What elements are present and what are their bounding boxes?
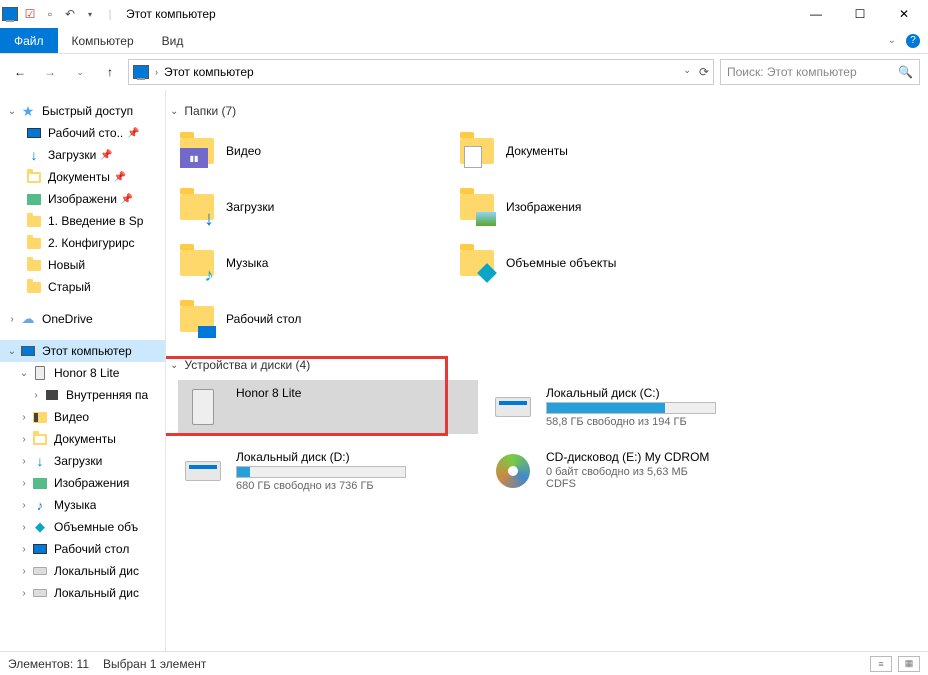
drive-honor[interactable]: Honor 8 Lite xyxy=(178,380,478,434)
tree-folder-3[interactable]: Новый xyxy=(0,254,165,276)
tree-localdisk-d[interactable]: ›Локальный дис xyxy=(0,582,165,604)
tab-computer[interactable]: Компьютер xyxy=(58,28,148,53)
folder-video[interactable]: ▮▮Видео xyxy=(178,126,448,176)
tree-onedrive[interactable]: ›☁OneDrive xyxy=(0,308,165,330)
content-pane[interactable]: ⌄Папки (7) ▮▮Видео Документы ↓Загрузки И… xyxy=(166,90,928,651)
maximize-button[interactable]: ☐ xyxy=(838,0,882,28)
tree-folder-1[interactable]: 1. Введение в Sp xyxy=(0,210,165,232)
chevron-down-icon: ⌄ xyxy=(170,106,178,117)
navbar: ← → ⌄ ↑ › Этот компьютер ⌄ ⟳ Поиск: Этот… xyxy=(0,54,928,90)
pin-icon: 📌 xyxy=(127,128,139,139)
tree-video[interactable]: ›Видео xyxy=(0,406,165,428)
drive-d[interactable]: Локальный диск (D:) 680 ГБ свободно из 7… xyxy=(178,444,478,498)
drive-cd[interactable]: CD-дисковод (E:) My CDROM 0 байт свободн… xyxy=(488,444,788,498)
tree-music[interactable]: ›♪Музыка xyxy=(0,494,165,516)
address-pc-icon xyxy=(133,65,149,79)
tree-desktop[interactable]: Рабочий сто..📌 xyxy=(0,122,165,144)
tree-pictures[interactable]: Изображени📌 xyxy=(0,188,165,210)
tree-documents[interactable]: Документы📌 xyxy=(0,166,165,188)
address-dropdown-icon[interactable]: ⌄ xyxy=(683,65,691,79)
status-bar: Элементов: 11 Выбран 1 элемент ≡ ▦ xyxy=(0,651,928,675)
close-button[interactable]: ✕ xyxy=(882,0,926,28)
tree-folder-4[interactable]: Старый xyxy=(0,276,165,298)
nav-tree: ⌄★Быстрый доступ Рабочий сто..📌 ↓Загрузк… xyxy=(0,90,166,651)
cd-icon xyxy=(496,454,530,488)
qat-sep: | xyxy=(102,6,118,22)
refresh-icon[interactable]: ⟳ xyxy=(699,65,709,79)
tree-internal[interactable]: ›Внутренняя па xyxy=(0,384,165,406)
ribbon-expand-icon[interactable]: ⌄ xyxy=(888,35,896,46)
status-count: Элементов: 11 xyxy=(8,657,89,671)
breadcrumb-text[interactable]: Этот компьютер xyxy=(164,65,254,79)
music-icon: ♪ xyxy=(200,266,218,284)
tab-view[interactable]: Вид xyxy=(148,28,198,53)
capacity-bar xyxy=(236,466,406,478)
tree-documents2[interactable]: ›Документы xyxy=(0,428,165,450)
up-button[interactable]: ↑ xyxy=(98,60,122,84)
tree-this-pc[interactable]: ⌄Этот компьютер xyxy=(0,340,165,362)
view-icons-button[interactable]: ▦ xyxy=(898,656,920,672)
search-input[interactable]: Поиск: Этот компьютер 🔍 xyxy=(720,59,920,85)
back-button[interactable]: ← xyxy=(8,60,32,84)
tree-downloads[interactable]: ↓Загрузки📌 xyxy=(0,144,165,166)
tree-3d[interactable]: ›◆Объемные объ xyxy=(0,516,165,538)
tree-pictures2[interactable]: ›Изображения xyxy=(0,472,165,494)
picture-icon xyxy=(476,212,496,226)
qat-undo-icon[interactable]: ↶ xyxy=(62,6,78,22)
folder-desktop[interactable]: Рабочий стол xyxy=(178,294,448,344)
tree-desktop2[interactable]: ›Рабочий стол xyxy=(0,538,165,560)
minimize-button[interactable]: — xyxy=(794,0,838,28)
qat-dropdown-icon[interactable]: ▾ xyxy=(82,6,98,22)
phone-icon xyxy=(192,389,214,425)
breadcrumb-arrow-icon: › xyxy=(155,67,158,77)
help-icon[interactable]: ? xyxy=(906,34,920,48)
group-folders[interactable]: ⌄Папки (7) xyxy=(166,98,928,126)
group-devices[interactable]: ⌄Устройства и диски (4) xyxy=(166,352,928,380)
desktop-icon xyxy=(198,326,216,338)
drive-c[interactable]: Локальный диск (C:) 58,8 ГБ свободно из … xyxy=(488,380,788,434)
tree-downloads2[interactable]: ›↓Загрузки xyxy=(0,450,165,472)
folder-downloads[interactable]: ↓Загрузки xyxy=(178,182,448,232)
hdd-icon xyxy=(185,461,221,481)
qat-checkbox-icon[interactable]: ☑ xyxy=(22,6,38,22)
search-placeholder: Поиск: Этот компьютер xyxy=(727,65,857,79)
pin-icon: 📌 xyxy=(121,194,133,205)
pin-icon: 📌 xyxy=(100,150,112,161)
hdd-icon xyxy=(495,397,531,417)
pin-icon: 📌 xyxy=(114,172,126,183)
tree-quick-access[interactable]: ⌄★Быстрый доступ xyxy=(0,100,165,122)
forward-button[interactable]: → xyxy=(38,60,62,84)
recent-dropdown[interactable]: ⌄ xyxy=(68,60,92,84)
window-title: Этот компьютер xyxy=(126,7,216,21)
tab-file[interactable]: Файл xyxy=(0,28,58,53)
address-bar[interactable]: › Этот компьютер ⌄ ⟳ xyxy=(128,59,714,85)
tree-folder-2[interactable]: 2. Конфигурирс xyxy=(0,232,165,254)
view-details-button[interactable]: ≡ xyxy=(870,656,892,672)
ribbon: Файл Компьютер Вид ⌄ ? xyxy=(0,28,928,54)
video-icon: ▮▮ xyxy=(180,148,208,168)
titlebar: ☑ ▫ ↶ ▾ | Этот компьютер — ☐ ✕ xyxy=(0,0,928,28)
download-icon: ↓ xyxy=(200,210,218,228)
search-icon[interactable]: 🔍 xyxy=(898,65,913,79)
folder-documents[interactable]: Документы xyxy=(458,126,728,176)
qat-newfolder-icon[interactable]: ▫ xyxy=(42,6,58,22)
status-selected: Выбран 1 элемент xyxy=(103,657,206,671)
capacity-bar xyxy=(546,402,716,414)
folder-3d[interactable]: Объемные объекты xyxy=(458,238,728,288)
tree-localdisk-c[interactable]: ›Локальный дис xyxy=(0,560,165,582)
folder-pictures[interactable]: Изображения xyxy=(458,182,728,232)
tree-honor[interactable]: ⌄Honor 8 Lite xyxy=(0,362,165,384)
folder-music[interactable]: ♪Музыка xyxy=(178,238,448,288)
documents-icon xyxy=(464,146,482,168)
app-icon xyxy=(2,7,18,21)
chevron-down-icon: ⌄ xyxy=(170,360,178,371)
